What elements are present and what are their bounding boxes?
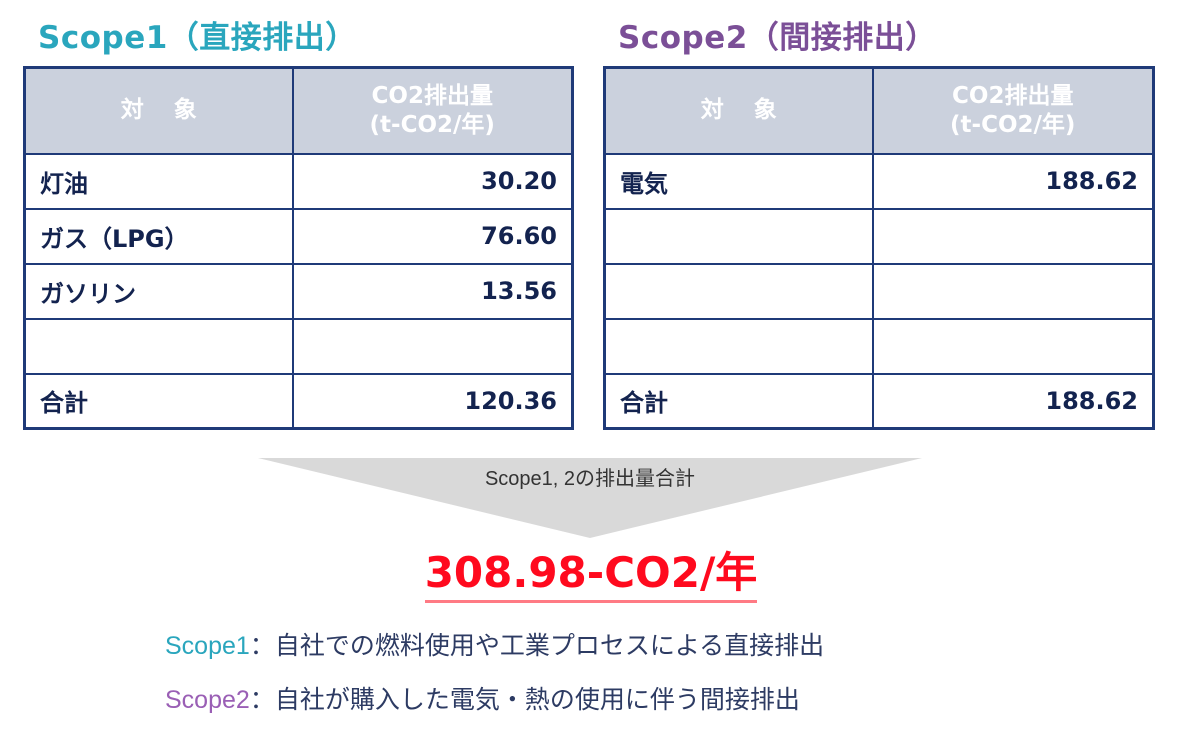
definition-text: 自社での燃料使用や工業プロセスによる直接排出 [274, 632, 825, 660]
header-target: 対象 [603, 66, 874, 155]
table-total-row: 合計 120.36 [23, 372, 574, 430]
header-amount-line2: (t-CO2/年) [950, 111, 1076, 138]
table-header-row: 対象 CO2排出量 (t-CO2/年) [23, 66, 574, 155]
row-value: 188.62 [871, 152, 1155, 210]
row-name [603, 207, 874, 265]
table-total-row: 合計 188.62 [603, 372, 1155, 430]
definition-scope2: Scope2：自社が購入した電気・熱の使用に伴う間接排出 [165, 680, 800, 716]
scope1-table: 対象 CO2排出量 (t-CO2/年) 灯油 30.20 ガス（LPG） 76.… [23, 66, 574, 430]
table-row [23, 317, 574, 375]
row-value [871, 207, 1155, 265]
header-amount-line1: CO2排出量 [371, 82, 493, 109]
scope2-title: Scope2（間接排出） [618, 20, 937, 56]
grand-total-value: 308.98-CO2/年 [424, 548, 758, 603]
table-row: 電気 188.62 [603, 152, 1155, 210]
table-header-row: 対象 CO2排出量 (t-CO2/年) [603, 66, 1155, 155]
table-row [603, 317, 1155, 375]
definition-key: Scope1 [165, 632, 250, 660]
row-value [871, 317, 1155, 375]
row-value [871, 262, 1155, 320]
header-amount-line1: CO2排出量 [952, 82, 1074, 109]
row-name: 電気 [603, 152, 874, 210]
scope1-title: Scope1（直接排出） [38, 20, 357, 56]
header-amount: CO2排出量 (t-CO2/年) [291, 66, 574, 155]
arrow-label: Scope1, 2の排出量合計 [484, 468, 696, 490]
definition-text: 自社が購入した電気・熱の使用に伴う間接排出 [274, 686, 800, 714]
row-name [603, 262, 874, 320]
row-value: 30.20 [291, 152, 574, 210]
definition-scope1: Scope1：自社での燃料使用や工業プロセスによる直接排出 [165, 626, 824, 662]
table-row: ガソリン 13.56 [23, 262, 574, 320]
table-row: 灯油 30.20 [23, 152, 574, 210]
total-label: 合計 [23, 372, 294, 430]
total-label: 合計 [603, 372, 874, 430]
row-value: 13.56 [291, 262, 574, 320]
row-name: ガソリン [23, 262, 294, 320]
row-name [603, 317, 874, 375]
grand-total: 308.98-CO2/年 [0, 548, 1182, 603]
header-amount: CO2排出量 (t-CO2/年) [871, 66, 1155, 155]
definition-separator: ： [249, 686, 275, 714]
total-value: 120.36 [291, 372, 574, 430]
scope2-table: 対象 CO2排出量 (t-CO2/年) 電気 188.62 合計 188.62 [603, 66, 1155, 430]
row-name: 灯油 [23, 152, 294, 210]
row-value: 76.60 [291, 207, 574, 265]
row-value [291, 317, 574, 375]
header-amount-line2: (t-CO2/年) [369, 111, 495, 138]
definition-separator: ： [249, 632, 275, 660]
row-name [23, 317, 294, 375]
row-name: ガス（LPG） [23, 207, 294, 265]
total-value: 188.62 [871, 372, 1155, 430]
table-row [603, 207, 1155, 265]
table-row: ガス（LPG） 76.60 [23, 207, 574, 265]
header-target: 対象 [23, 66, 294, 155]
table-row [603, 262, 1155, 320]
definition-key: Scope2 [165, 686, 250, 714]
